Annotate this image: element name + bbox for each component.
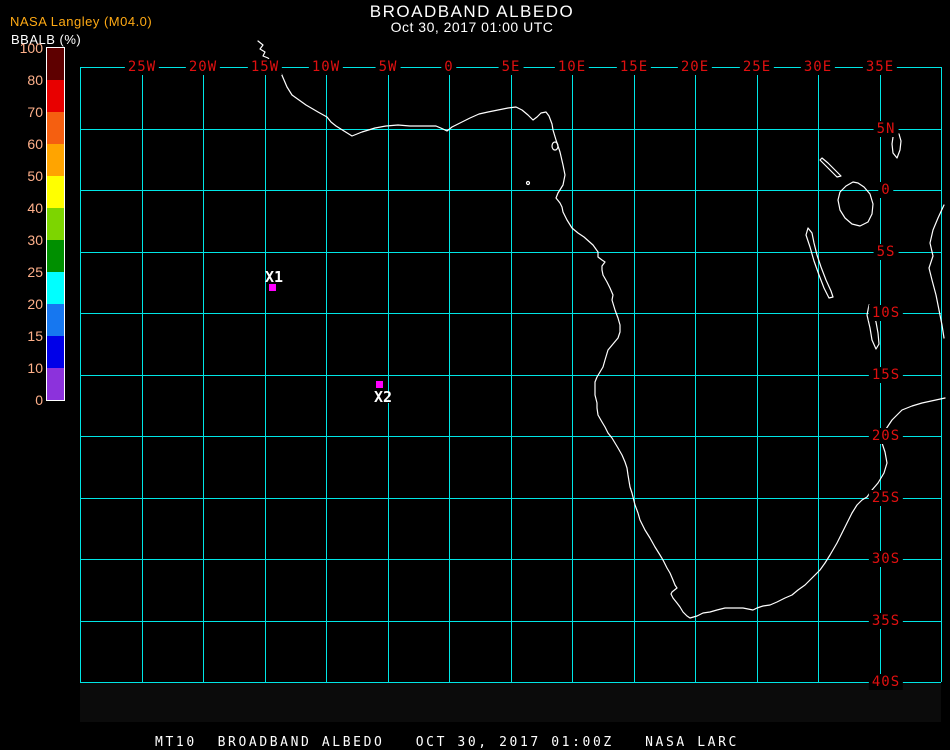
gridline-horizontal xyxy=(80,498,941,499)
colorbar-segment xyxy=(47,176,64,208)
colorbar-tick: 50 xyxy=(27,168,43,184)
colorbar-tick: 0 xyxy=(35,392,43,408)
colorbar-tick: 10 xyxy=(27,360,43,376)
colorbar-segment xyxy=(47,368,64,400)
gridline-horizontal xyxy=(80,621,941,622)
colorbar-tick: 100 xyxy=(19,40,43,56)
sao-tome-island xyxy=(525,180,531,186)
colorbar-segment xyxy=(47,112,64,144)
gridline-vertical xyxy=(941,67,942,682)
longitude-label: 30E xyxy=(800,59,836,75)
colorbar-tick: 60 xyxy=(27,136,43,152)
colorbar-segment xyxy=(47,144,64,176)
lake-victoria xyxy=(837,181,874,227)
gridline-horizontal xyxy=(80,375,941,376)
screenshot-root: NASA Langley (M04.0) BBALB (%) BROADBAND… xyxy=(0,0,950,750)
timestamp-subtitle: Oct 30, 2017 01:00 UTC xyxy=(390,19,554,35)
colorbar-segment xyxy=(47,240,64,272)
colorbar-tick: 20 xyxy=(27,296,43,312)
colorbar-tick: 25 xyxy=(27,264,43,280)
colorbar-segment xyxy=(47,80,64,112)
longitude-label: 15W xyxy=(247,59,283,75)
site-marker-label: X2 xyxy=(374,388,393,406)
gridline-horizontal xyxy=(80,313,941,314)
longitude-label: 25E xyxy=(739,59,775,75)
longitude-label: 10E xyxy=(554,59,590,75)
longitude-label: 0 xyxy=(441,59,457,75)
colorbar-segment xyxy=(47,272,64,304)
latitude-label: 15S xyxy=(868,367,904,383)
latitude-label: 30S xyxy=(868,551,904,567)
gridline-horizontal xyxy=(80,252,941,253)
site-marker-dot xyxy=(376,381,383,388)
colorbar-tick: 80 xyxy=(27,72,43,88)
latitude-label: 5S xyxy=(873,244,899,260)
colorbar-tick: 30 xyxy=(27,232,43,248)
colorbar-segment xyxy=(47,208,64,240)
lake-tanganyika xyxy=(805,227,834,299)
latitude-label: 0 xyxy=(878,182,894,198)
colorbar-tick: 15 xyxy=(27,328,43,344)
longitude-label: 5E xyxy=(498,59,524,75)
latitude-label: 5N xyxy=(873,121,899,137)
africa-coastline xyxy=(257,40,946,619)
site-marker-label: X1 xyxy=(265,268,284,286)
no-data-strip xyxy=(80,683,941,722)
longitude-label: 5W xyxy=(375,59,401,75)
albedo-colorbar xyxy=(46,47,65,401)
colorbar-tick: 40 xyxy=(27,200,43,216)
lake-albert xyxy=(819,157,842,178)
longitude-label: 35E xyxy=(862,59,898,75)
latitude-label: 40S xyxy=(868,674,904,690)
colorbar-tick: 70 xyxy=(27,104,43,120)
longitude-label: 20W xyxy=(185,59,221,75)
footer-caption: MT10 BROADBAND ALBEDO OCT 30, 2017 01:00… xyxy=(155,735,739,750)
latitude-label: 20S xyxy=(868,428,904,444)
latitude-label: 10S xyxy=(868,305,904,321)
gridline-horizontal xyxy=(80,436,941,437)
longitude-label: 20E xyxy=(677,59,713,75)
latitude-label: 35S xyxy=(868,613,904,629)
gridline-horizontal xyxy=(80,682,941,683)
gridline-horizontal xyxy=(80,190,941,191)
colorbar-segment xyxy=(47,48,64,80)
colorbar-segment xyxy=(47,336,64,368)
bioko-island xyxy=(551,141,559,151)
gridline-horizontal xyxy=(80,129,941,130)
nasa-langley-credit: NASA Langley (M04.0) xyxy=(10,14,153,29)
gridline-horizontal xyxy=(80,559,941,560)
longitude-label: 10W xyxy=(308,59,344,75)
longitude-label: 15E xyxy=(616,59,652,75)
latitude-label: 25S xyxy=(868,490,904,506)
longitude-label: 25W xyxy=(124,59,160,75)
colorbar-segment xyxy=(47,304,64,336)
